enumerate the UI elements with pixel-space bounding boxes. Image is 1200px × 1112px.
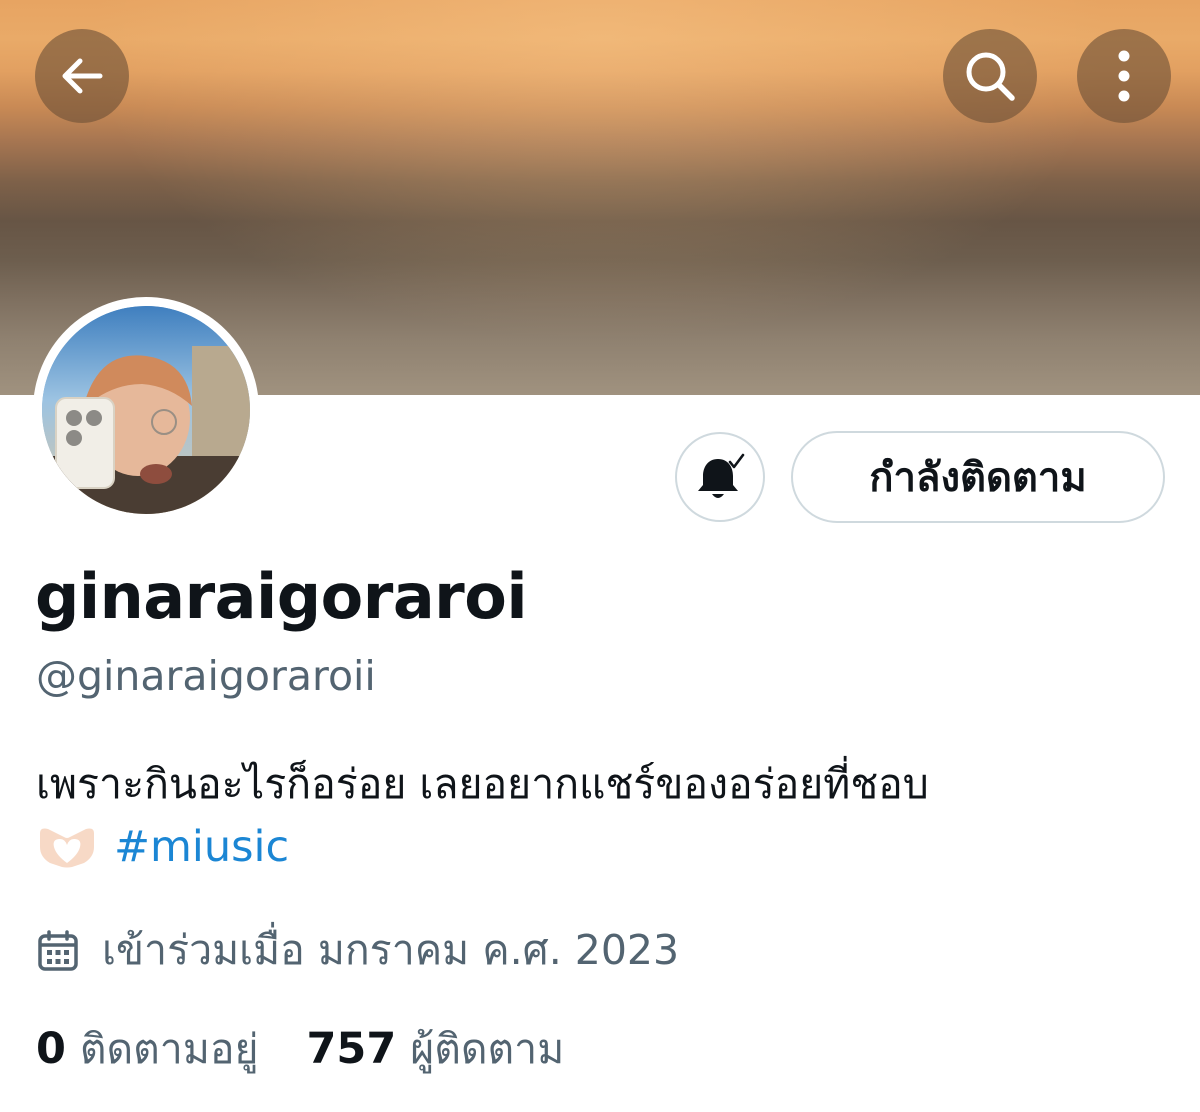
search-icon (966, 52, 1015, 101)
avatar[interactable] (42, 306, 250, 514)
bio-hashtag-link[interactable]: #miusic (114, 822, 289, 872)
calendar-icon (38, 929, 78, 971)
followers-link[interactable]: 757 ผู้ติดตาม (307, 1017, 565, 1082)
profile-bio: เพราะกินอะไรก็อร่อย เลยอยากแชร์ของอร่อยท… (36, 760, 929, 808)
display-name: ginaraigoraroi (35, 560, 528, 633)
followers-count: 757 (306, 1024, 397, 1074)
user-handle: @ginaraigoraroii (36, 652, 376, 700)
following-count: 0 (36, 1024, 66, 1074)
join-date: เข้าร่วมเมื่อ มกราคม ค.ศ. 2023 (36, 918, 679, 983)
notifications-button[interactable] (675, 432, 765, 522)
join-date-text: เข้าร่วมเมื่อ มกราคม ค.ศ. 2023 (102, 926, 680, 974)
more-options-button[interactable] (1077, 29, 1171, 123)
avatar-ring[interactable] (33, 297, 259, 523)
heart-hands-emoji-icon (40, 828, 94, 868)
bio-line-2: #miusic (36, 822, 289, 872)
back-button[interactable] (35, 29, 129, 123)
profile-page: กำลังติดตาม ginaraigoraroi @ginaraigorar… (0, 0, 1200, 1112)
follow-stats: 0 ติดตามอยู่ 757 ผู้ติดตาม (36, 1017, 564, 1082)
following-link[interactable]: 0 ติดตามอยู่ (36, 1017, 259, 1082)
arrow-left-icon (62, 58, 103, 94)
following-button[interactable]: กำลังติดตาม (791, 431, 1165, 523)
search-button[interactable] (943, 29, 1037, 123)
more-vertical-icon (1118, 50, 1130, 102)
avatar-photo (42, 306, 250, 514)
following-button-label: กำลังติดตาม (869, 455, 1087, 501)
following-label: ติดตามอยู่ (79, 1025, 259, 1073)
bell-check-icon (698, 453, 745, 498)
followers-label: ผู้ติดตาม (410, 1025, 565, 1073)
